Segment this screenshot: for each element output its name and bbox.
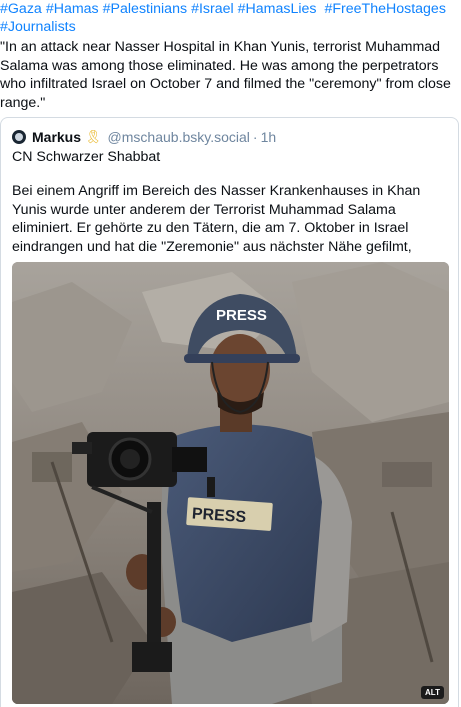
content-warning-line: CN Schwarzer Shabbat [12, 149, 161, 165]
post-text: "In an attack near Nasser Hospital in Kh… [0, 39, 451, 111]
hashtag-hamas[interactable]: #Hamas [46, 1, 99, 17]
hashtag-freethehostages[interactable]: #FreeTheHostages [324, 1, 445, 17]
quoted-post-body: Bei einem Angriff im Bereich des Nasser … [12, 183, 421, 255]
journalist-photo: PRESS PRESS [12, 262, 449, 704]
yellow-ribbon-icon: 🎗 [85, 129, 102, 144]
hashtag-row: #Gaza #Hamas #Palestinians #Israel #HamasLie… [0, 0, 461, 36]
separator-dot: · [252, 129, 258, 145]
hashtag-journalists[interactable]: #Journalists [0, 19, 76, 35]
author-avatar[interactable] [12, 130, 26, 144]
alt-text-badge[interactable]: ALT [421, 686, 444, 699]
hashtag-hamaslies[interactable]: #HamasLies [238, 1, 317, 17]
hashtag-israel[interactable]: #Israel [191, 1, 234, 17]
post-time[interactable]: 1h [261, 129, 277, 145]
hashtag-gaza[interactable]: #Gaza [0, 1, 42, 17]
hashtag-palestinians[interactable]: #Palestinians [103, 1, 187, 17]
quoted-post-card[interactable]: Markus 🎗 @mschaub.bsky.social · 1h CN Sc… [0, 117, 459, 707]
post-image[interactable]: PRESS PRESS ALT [12, 262, 449, 704]
author-handle[interactable]: @mschaub.bsky.social [108, 129, 250, 145]
author-name[interactable]: Markus [32, 129, 81, 145]
quoted-post-header: Markus 🎗 @mschaub.bsky.social · 1h [12, 128, 276, 146]
helmet-press-label: PRESS [216, 307, 267, 324]
